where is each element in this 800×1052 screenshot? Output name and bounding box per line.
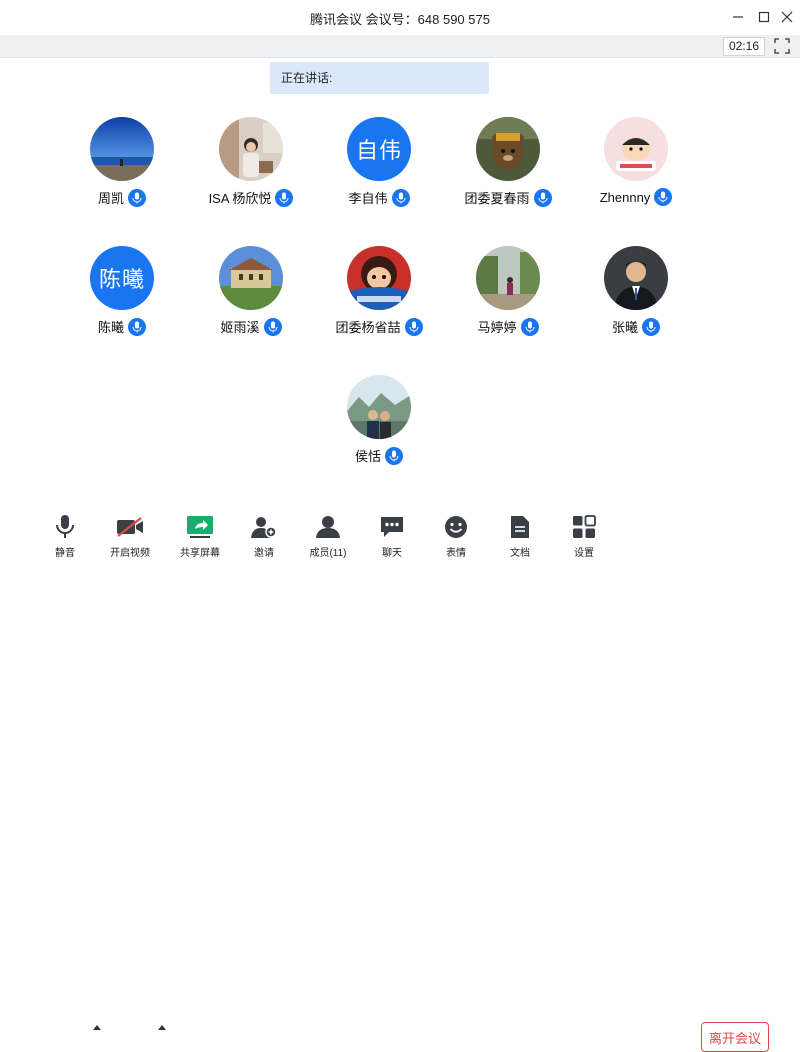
mic-status-icon xyxy=(520,317,539,336)
woman-room-photo-icon xyxy=(219,117,283,181)
participant-tile[interactable]: Zhennny xyxy=(561,117,711,217)
avatar xyxy=(347,375,411,439)
mic-status-icon xyxy=(263,317,282,336)
audio-options-caret-icon[interactable] xyxy=(92,1023,102,1031)
mic-status-icon xyxy=(642,317,660,336)
participant-tile[interactable]: 周凯 xyxy=(47,117,197,217)
participant-name: ISA 杨欣悦 xyxy=(208,191,272,206)
avatar xyxy=(347,246,411,310)
reactions-button[interactable]: 表情 xyxy=(428,513,484,559)
fullscreen-icon xyxy=(774,38,790,54)
man-suit-photo-icon xyxy=(604,246,668,310)
participant-tile[interactable]: 团委杨省喆 xyxy=(304,246,454,346)
participant-name: 陈曦 xyxy=(97,320,124,335)
participant-name: 李自伟 xyxy=(348,191,388,206)
cartoon-girl-photo-icon xyxy=(347,246,411,310)
avatar xyxy=(219,246,283,310)
close-button[interactable] xyxy=(776,6,798,28)
cartoon-boy-photo-icon xyxy=(604,117,668,181)
video-label: 开启视频 xyxy=(110,548,150,559)
couple-mountains-photo-icon xyxy=(347,375,411,439)
window-title: 腾讯会议 会议号：648 590 575 xyxy=(310,12,490,27)
meeting-timer: 02:16 xyxy=(723,37,765,56)
avatar: 自伟 xyxy=(347,117,411,181)
chat-button[interactable]: 聊天 xyxy=(364,513,420,559)
participant-name: 团委杨省喆 xyxy=(335,320,401,335)
sky-sea-photo-icon xyxy=(90,117,154,181)
avatar xyxy=(476,246,540,310)
members-icon xyxy=(316,516,340,538)
start-video-button[interactable]: 开启视频 xyxy=(102,513,158,559)
settings-grid-icon xyxy=(573,515,596,538)
mic-status-icon xyxy=(533,188,552,207)
meeting-toolbar: 静音 开启视频 共享屏幕 邀请 成员(11) 聊天 表情 文档 设置 离开会议 xyxy=(0,505,800,1052)
participant-tile[interactable]: 自伟 李自伟 xyxy=(304,117,454,217)
participant-tile[interactable]: 侯恬 xyxy=(304,375,454,475)
microphone-icon xyxy=(56,515,74,538)
close-icon xyxy=(781,11,793,23)
video-options-caret-icon[interactable] xyxy=(157,1023,167,1031)
avatar xyxy=(219,117,283,181)
mic-status-icon xyxy=(654,188,673,206)
mic-status-icon xyxy=(404,317,423,336)
speaking-indicator: 正在讲话: xyxy=(270,62,489,94)
minimize-icon xyxy=(733,16,743,18)
avatar xyxy=(604,117,668,181)
participant-tile[interactable]: 陈曦 陈曦 xyxy=(47,246,197,346)
documents-button[interactable]: 文档 xyxy=(492,513,548,559)
participant-name: Zhennny xyxy=(599,189,651,205)
settings-button[interactable]: 设置 xyxy=(556,513,612,559)
participant-name: 团委夏春雨 xyxy=(464,191,530,206)
title-bar: 腾讯会议 会议号：648 590 575 xyxy=(0,0,800,35)
mute-button[interactable]: 静音 xyxy=(37,513,93,559)
fullscreen-button[interactable] xyxy=(774,38,790,54)
avatar xyxy=(604,246,668,310)
share-screen-icon xyxy=(187,516,213,538)
bear-toy-photo-icon xyxy=(476,117,540,181)
participant-name: 侯恬 xyxy=(354,449,381,464)
maximize-icon xyxy=(758,11,770,23)
garden-person-photo-icon xyxy=(476,246,540,310)
mic-status-icon xyxy=(128,188,146,207)
mic-status-icon xyxy=(391,188,410,207)
building-garden-photo-icon xyxy=(219,246,283,310)
participant-tile[interactable]: 张曦 xyxy=(561,246,711,346)
avatar xyxy=(90,117,154,181)
avatar: 陈曦 xyxy=(90,246,154,310)
mic-status-icon xyxy=(128,317,146,336)
mic-status-icon xyxy=(275,188,294,207)
document-icon xyxy=(511,516,529,538)
minimize-button[interactable] xyxy=(727,6,749,28)
video-off-icon xyxy=(117,517,143,537)
participant-name: 周凯 xyxy=(97,191,124,206)
share-screen-button[interactable]: 共享屏幕 xyxy=(172,513,228,559)
chat-icon xyxy=(381,517,403,537)
add-user-icon xyxy=(251,517,277,538)
participant-name: 张曦 xyxy=(611,320,638,335)
invite-button[interactable]: 邀请 xyxy=(236,513,292,559)
maximize-button[interactable] xyxy=(753,6,775,28)
status-bar: 02:16 xyxy=(0,35,800,58)
participant-name: 马婷婷 xyxy=(477,320,517,335)
emoji-icon xyxy=(445,516,467,538)
members-button[interactable]: 成员(11) xyxy=(300,513,356,559)
mic-status-icon xyxy=(385,446,403,465)
avatar xyxy=(476,117,540,181)
participant-name: 姬雨溪 xyxy=(220,320,260,335)
leave-meeting-button[interactable]: 离开会议 xyxy=(701,1022,769,1052)
settings-label: 设置 xyxy=(574,548,594,559)
